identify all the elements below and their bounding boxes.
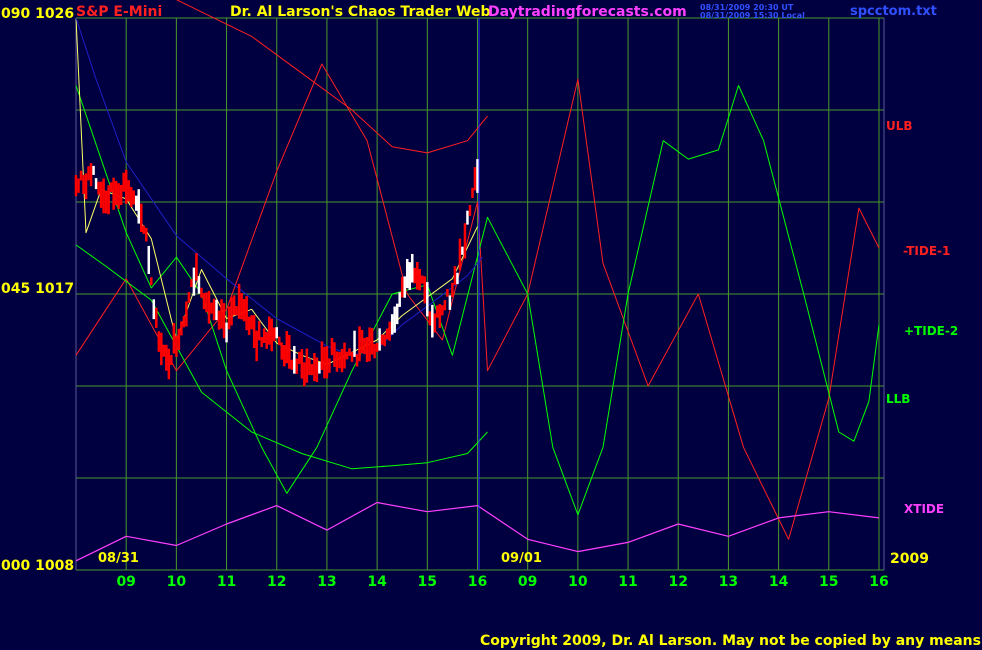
x-hour-label: 10 bbox=[568, 574, 588, 590]
date-label-second: 09/01 bbox=[501, 551, 542, 566]
data-file-name: spcctom.txt bbox=[850, 4, 937, 19]
x-hour-label: 16 bbox=[468, 574, 487, 590]
x-hour-label: 14 bbox=[769, 574, 789, 590]
legend-ulb: ULB bbox=[886, 119, 913, 133]
y-label-top: 090 1026 bbox=[1, 6, 74, 22]
x-hour-label: 09 bbox=[116, 574, 135, 590]
chart-title: Dr. Al Larson's Chaos Trader Web bbox=[230, 4, 491, 20]
chart-background bbox=[0, 0, 982, 650]
site-link[interactable]: Daytradingforecasts.com bbox=[488, 4, 687, 20]
y-label-mid: 045 1017 bbox=[1, 281, 74, 297]
x-hour-label: 15 bbox=[418, 574, 437, 590]
y-label-bottom: 000 1008 bbox=[1, 558, 74, 574]
x-hour-label: 12 bbox=[267, 574, 286, 590]
legend-tide2: +TIDE-2 bbox=[904, 324, 958, 338]
x-hour-label: 11 bbox=[217, 574, 236, 590]
copyright-notice: Copyright 2009, Dr. Al Larson. May not b… bbox=[480, 633, 982, 649]
x-hour-label: 16 bbox=[869, 574, 888, 590]
legend-llb: LLB bbox=[886, 392, 910, 406]
x-hour-label: 14 bbox=[367, 574, 387, 590]
symbol-title: S&P E-Mini bbox=[76, 4, 162, 20]
legend-tide1: -TIDE-1 bbox=[903, 244, 950, 258]
legend-xtide: XTIDE bbox=[904, 502, 944, 516]
x-hour-label: 11 bbox=[618, 574, 637, 590]
x-hour-label: 09 bbox=[518, 574, 537, 590]
x-hour-label: 13 bbox=[317, 574, 336, 590]
x-hour-label: 12 bbox=[668, 574, 687, 590]
timestamp-local: 08/31/2009 15:30 Local bbox=[700, 11, 805, 20]
x-hour-label: 13 bbox=[719, 574, 738, 590]
date-label-first: 08/31 bbox=[98, 551, 139, 566]
year-label: 2009 bbox=[890, 551, 929, 567]
x-hour-label: 15 bbox=[819, 574, 838, 590]
chart-canvas: 09 10 11 12 13 14 15 16 09 10 11 12 13 14 15 16 090 102… bbox=[0, 0, 982, 650]
x-hour-label: 10 bbox=[167, 574, 187, 590]
